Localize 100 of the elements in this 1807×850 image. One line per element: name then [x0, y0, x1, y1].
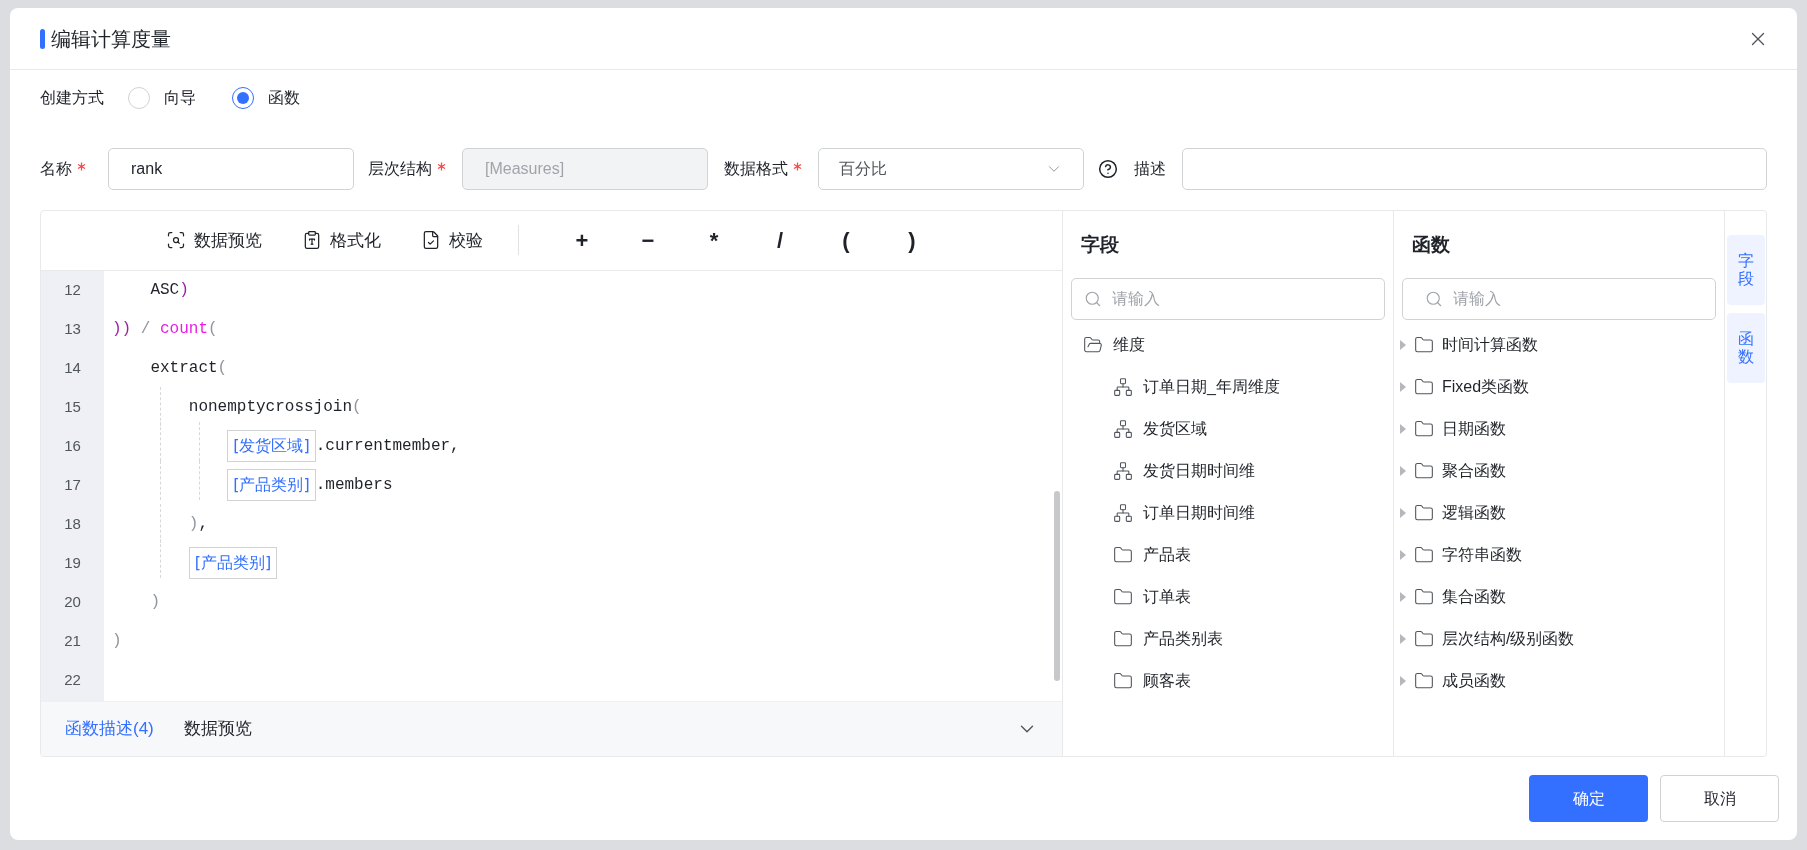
operator-button[interactable]: * — [681, 220, 747, 261]
field-token[interactable]: [产品类别] — [227, 469, 316, 502]
search-input[interactable]: 请输入 — [1112, 286, 1372, 311]
cancel-button[interactable]: 取消 — [1660, 775, 1779, 822]
expand-caret-icon[interactable] — [1400, 507, 1406, 518]
line-number: 12 — [41, 270, 104, 310]
tree-item[interactable]: 订单日期_年周维度 — [1063, 365, 1393, 408]
tree-item[interactable]: 逻辑函数 — [1394, 491, 1724, 534]
tree-item[interactable]: 字符串函数 — [1394, 533, 1724, 576]
line-number: 17 — [41, 465, 104, 505]
code-text: ( — [208, 319, 218, 341]
field-label: 描述 — [1134, 159, 1166, 179]
tree-item[interactable]: 聚合函数 — [1394, 449, 1724, 492]
scrollbar[interactable] — [1054, 490, 1060, 681]
folder-icon — [1414, 418, 1434, 439]
folder-icon — [1414, 334, 1434, 355]
panel-title: 字段 — [1080, 233, 1120, 257]
operator-button[interactable]: − — [615, 220, 681, 261]
code-text: , — [198, 514, 208, 536]
code-text: )) — [112, 319, 132, 341]
tree-item[interactable]: 订单表 — [1063, 575, 1393, 618]
tree-item[interactable]: 日期函数 — [1394, 407, 1724, 450]
panel-title: 函数 — [1411, 233, 1451, 257]
toolbar-button[interactable]: 数据预览 — [166, 227, 262, 254]
code-text: ) — [188, 514, 199, 536]
tree-item[interactable]: 发货日期时间维 — [1063, 449, 1393, 492]
field-label: 名称 — [40, 159, 72, 179]
search-input[interactable]: 请输入 — [1453, 286, 1693, 311]
code-text: extract — [150, 358, 218, 380]
format-select[interactable]: 百分比 — [818, 148, 1084, 190]
line-number: 20 — [41, 582, 104, 622]
search-field[interactable]: 请输入 — [1071, 277, 1385, 320]
bottom-tab[interactable]: 数据预览 — [183, 716, 252, 742]
operator-button[interactable]: / — [747, 220, 813, 261]
clipboard-icon — [302, 230, 322, 251]
help-icon[interactable] — [1098, 159, 1118, 179]
search-icon — [1084, 289, 1102, 308]
expand-caret-icon[interactable] — [1400, 339, 1406, 350]
folder-icon — [1113, 586, 1133, 607]
tree-item[interactable]: 发货区域 — [1063, 407, 1393, 450]
expand-caret-icon[interactable] — [1400, 591, 1406, 602]
radio-label[interactable]: 函数 — [268, 86, 300, 110]
expand-caret-icon[interactable] — [1400, 381, 1406, 392]
code-text: ) — [150, 592, 160, 614]
tree-item[interactable]: 层次结构/级别函数 — [1394, 617, 1724, 660]
line-number: 16 — [41, 426, 104, 466]
line-number: 19 — [41, 543, 104, 583]
folder-icon — [1414, 628, 1434, 649]
side-tab[interactable]: 字段 — [1726, 235, 1765, 305]
tree-item[interactable]: 集合函数 — [1394, 575, 1724, 618]
tree-item[interactable]: Fixed类函数 — [1394, 365, 1724, 408]
tree-item[interactable]: 成员函数 — [1394, 659, 1724, 702]
field-label: 数据格式 — [724, 159, 788, 179]
tree-item[interactable]: 时间计算函数 — [1394, 323, 1724, 366]
tree-item[interactable]: 产品表 — [1063, 533, 1393, 576]
radio-label[interactable]: 向导 — [164, 86, 196, 110]
search-field[interactable]: 请输入 — [1402, 277, 1716, 320]
bottom-tab[interactable]: 函数描述(4) — [65, 716, 154, 742]
field-token[interactable]: [产品类别] — [188, 547, 278, 580]
description-input[interactable] — [1182, 148, 1767, 190]
expand-caret-icon[interactable] — [1400, 633, 1406, 644]
search-icon — [1425, 289, 1443, 308]
preview-icon — [166, 230, 186, 251]
line-number: 18 — [41, 504, 104, 544]
expand-caret-icon[interactable] — [1400, 465, 1406, 476]
code-text: .currentmember, — [315, 436, 460, 458]
field-label: 创建方式 — [40, 88, 104, 108]
operator-button[interactable]: ) — [879, 220, 945, 261]
folder-icon — [1414, 502, 1434, 523]
tree-item[interactable]: 产品类别表 — [1063, 617, 1393, 660]
toolbar-button[interactable]: 格式化 — [302, 227, 381, 254]
line-number: 14 — [41, 348, 104, 388]
name-input[interactable]: rank — [108, 148, 354, 190]
field-token[interactable]: [发货区域] — [227, 430, 316, 463]
code-text: ( — [352, 397, 362, 419]
line-number: 21 — [41, 621, 104, 661]
expand-caret-icon[interactable] — [1400, 423, 1406, 434]
tree-item[interactable]: 维度 — [1063, 323, 1393, 366]
code-text: ASC — [150, 280, 180, 302]
folder-icon — [1414, 376, 1434, 397]
code-text: ( — [217, 358, 228, 380]
line-number: 15 — [41, 387, 104, 427]
expand-caret-icon[interactable] — [1400, 549, 1406, 560]
operator-button[interactable]: + — [549, 220, 615, 261]
tree-item[interactable]: 订单日期时间维 — [1063, 491, 1393, 534]
code-text: ) — [179, 280, 189, 302]
folder-icon — [1113, 544, 1133, 565]
confirm-button[interactable]: 确定 — [1529, 775, 1648, 822]
line-number: 13 — [41, 309, 104, 349]
folder-icon — [1113, 670, 1133, 691]
code-text: / — [139, 319, 152, 341]
toolbar-button[interactable]: 校验 — [421, 227, 483, 254]
side-tab[interactable]: 函数 — [1726, 313, 1765, 383]
folder-icon — [1113, 628, 1133, 649]
folder-icon — [1414, 544, 1434, 565]
operator-button[interactable]: ( — [813, 220, 879, 261]
folder-icon — [1414, 460, 1434, 481]
code-text: ) — [112, 631, 122, 653]
tree-item[interactable]: 顾客表 — [1063, 659, 1393, 702]
expand-caret-icon[interactable] — [1400, 675, 1406, 686]
